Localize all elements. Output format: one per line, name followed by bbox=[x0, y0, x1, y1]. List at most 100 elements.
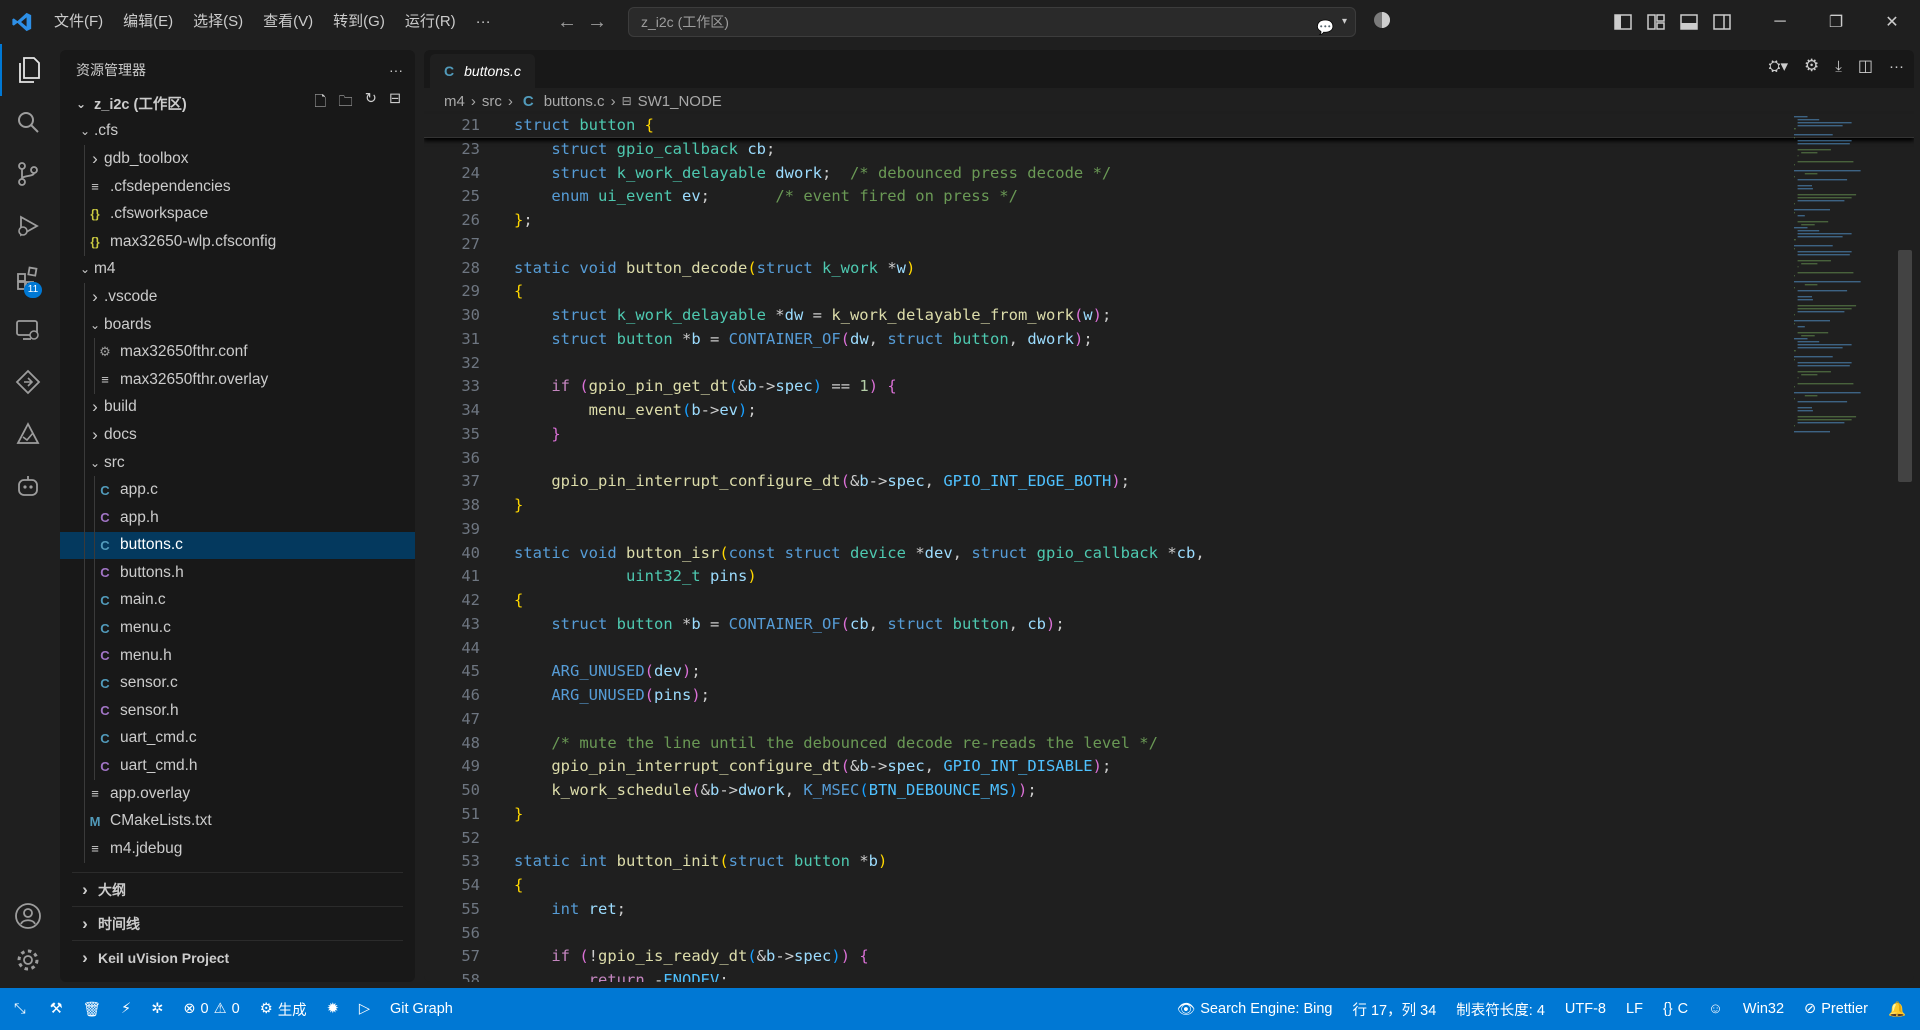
menu-item[interactable]: 运行(R) bbox=[395, 0, 466, 44]
folder-item[interactable]: ⌄ src bbox=[60, 448, 415, 477]
run-icon[interactable]: ▷ bbox=[349, 988, 380, 1030]
code-line[interactable]: 25 enum ui_event ev; /* event fired on p… bbox=[424, 185, 1914, 209]
run-code-icon[interactable]: ⛭▾ bbox=[1768, 57, 1788, 75]
chat-icon[interactable]: 💬 bbox=[1317, 13, 1334, 41]
prettier-item[interactable]: ⊘ Prettier bbox=[1794, 988, 1878, 1030]
toggle-panel-icon[interactable] bbox=[1672, 0, 1705, 44]
clean-icon[interactable]: 🗑 bbox=[73, 988, 111, 1030]
code-line[interactable]: 47 bbox=[424, 708, 1914, 732]
code-line[interactable]: 27 bbox=[424, 233, 1914, 257]
split-editor-icon[interactable]: ◫ bbox=[1858, 56, 1873, 76]
file-item[interactable]: Csensor.h bbox=[60, 697, 415, 725]
run-debug-icon[interactable] bbox=[0, 200, 56, 252]
copilot-icon[interactable] bbox=[1372, 10, 1392, 34]
new-folder-icon[interactable]: 🗀 bbox=[338, 91, 353, 116]
folder-item[interactable]: ⌄ m4 bbox=[60, 256, 415, 284]
file-item[interactable]: Cbuttons.c bbox=[60, 531, 415, 560]
sticky-scroll-line[interactable]: 21 struct button { bbox=[424, 114, 1914, 138]
menu-item[interactable]: 文件(F) bbox=[44, 0, 113, 44]
more-actions-icon[interactable]: ··· bbox=[389, 62, 403, 78]
folder-item[interactable]: › docs bbox=[60, 421, 415, 449]
code-editor[interactable]: 21 struct button {23 struct gpio_callback… bbox=[424, 114, 1914, 982]
menu-item[interactable]: 选择(S) bbox=[183, 0, 253, 44]
code-line[interactable]: 51} bbox=[424, 803, 1914, 827]
new-file-icon[interactable]: 🗋 bbox=[315, 91, 327, 116]
file-item[interactable]: Capp.c bbox=[60, 476, 415, 504]
code-line[interactable]: 38} bbox=[424, 494, 1914, 518]
cursor-position[interactable]: 行 17，列 34 bbox=[1342, 988, 1446, 1030]
platform[interactable]: Win32 bbox=[1733, 988, 1794, 1030]
code-line[interactable]: 34 menu_event(b->ev); bbox=[424, 399, 1914, 423]
cfs-icon[interactable] bbox=[0, 356, 56, 408]
code-line[interactable]: 45 ARG_UNUSED(dev); bbox=[424, 660, 1914, 684]
code-line[interactable]: 48 /* mute the line until the debounced … bbox=[424, 732, 1914, 756]
code-line[interactable]: 54 { bbox=[424, 874, 1914, 898]
file-item[interactable]: ≡ .cfsdependencies bbox=[60, 172, 415, 201]
code-line[interactable]: 53 static int button_init(struct button *… bbox=[424, 850, 1914, 874]
problems-indicator[interactable]: ⊗ 0 ⚠ 0 bbox=[173, 988, 249, 1030]
code-line[interactable]: 57 if (!gpio_is_ready_dt(&b->spec)) { bbox=[424, 945, 1914, 969]
end-of-line[interactable]: LF bbox=[1616, 988, 1653, 1030]
search-icon[interactable] bbox=[0, 96, 56, 148]
minimize-icon[interactable]: ─ bbox=[1752, 0, 1808, 44]
menu-item[interactable]: 查看(V) bbox=[253, 0, 323, 44]
folder-item[interactable]: ⌄ boards bbox=[60, 310, 415, 339]
file-item[interactable]: {} .cfsworkspace bbox=[60, 200, 415, 228]
flash-icon[interactable]: ⚡ bbox=[111, 988, 141, 1030]
explorer-icon[interactable] bbox=[0, 44, 56, 96]
copilot-status-icon[interactable]: ☺ bbox=[1698, 988, 1733, 1030]
code-line[interactable]: 40 static void button_isr(const struct de… bbox=[424, 542, 1914, 566]
build-button[interactable]: ⚙ 生成 bbox=[250, 988, 317, 1030]
menu-item[interactable]: 编辑(E) bbox=[113, 0, 183, 44]
code-line[interactable]: 43 struct button *b = CONTAINER_OF(cb, s… bbox=[424, 613, 1914, 637]
code-line[interactable]: 23 struct gpio_callback cb; bbox=[424, 138, 1914, 162]
toggle-secondary-sidebar-icon[interactable] bbox=[1705, 0, 1738, 44]
code-line[interactable]: 55 int ret; bbox=[424, 898, 1914, 922]
vertical-scrollbar[interactable] bbox=[1898, 250, 1912, 482]
menu-item[interactable]: 转到(G) bbox=[323, 0, 395, 44]
sidebar-section-header[interactable]: › 大纲 bbox=[72, 872, 403, 906]
file-item[interactable]: Cuart_cmd.h bbox=[60, 752, 415, 780]
file-item[interactable]: ≡ m4.jdebug bbox=[60, 835, 415, 863]
breadcrumb-item[interactable]: buttons.c bbox=[544, 93, 605, 110]
code-line[interactable]: 52 bbox=[424, 827, 1914, 851]
code-line[interactable]: 35 } bbox=[424, 423, 1914, 447]
file-item[interactable]: Csensor.c bbox=[60, 669, 415, 698]
code-line[interactable]: 42 { bbox=[424, 589, 1914, 613]
file-item[interactable]: {} max32650-wlp.cfsconfig bbox=[60, 227, 415, 256]
debug-bug-icon[interactable]: ✲ bbox=[141, 988, 173, 1030]
indentation[interactable]: 制表符长度: 4 bbox=[1446, 988, 1555, 1030]
code-line[interactable]: 24 struct k_work_delayable dwork; /* deb… bbox=[424, 162, 1914, 186]
minimap[interactable] bbox=[1794, 114, 1884, 448]
sidebar-section-header[interactable]: › 时间线 bbox=[72, 906, 403, 940]
notifications-bell-icon[interactable]: 🔔 bbox=[1878, 988, 1920, 1030]
git-graph-button[interactable]: Git Graph bbox=[380, 988, 463, 1030]
code-line[interactable]: 49 gpio_pin_interrupt_configure_dt(&b->s… bbox=[424, 755, 1914, 779]
breadcrumb-item[interactable]: SW1_NODE bbox=[638, 93, 722, 110]
more-actions-icon[interactable]: ··· bbox=[1889, 58, 1904, 75]
tab-buttons-c[interactable]: C buttons.c bbox=[430, 54, 535, 88]
file-item[interactable]: M CMakeLists.txt bbox=[60, 807, 415, 836]
manage-gear-icon[interactable] bbox=[0, 934, 56, 986]
toggle-primary-sidebar-icon[interactable] bbox=[1606, 0, 1639, 44]
chevron-down-icon[interactable]: ▾ bbox=[1342, 13, 1347, 41]
code-line[interactable]: 31 struct button *b = CONTAINER_OF(dw, s… bbox=[424, 328, 1914, 352]
code-line[interactable]: 37 gpio_pin_interrupt_configure_dt(&b->s… bbox=[424, 470, 1914, 494]
code-line[interactable]: 39 bbox=[424, 518, 1914, 542]
forward-arrow-icon[interactable]: → bbox=[582, 11, 612, 34]
download-icon[interactable]: ⤓ bbox=[1835, 58, 1842, 75]
settings-gear-icon[interactable]: ⚙ bbox=[1804, 56, 1819, 76]
testing-icon[interactable] bbox=[0, 408, 56, 460]
file-item[interactable]: Cuart_cmd.c bbox=[60, 724, 415, 753]
copilot-chat-icon[interactable] bbox=[0, 460, 56, 512]
folder-item[interactable]: › .vscode bbox=[60, 283, 415, 311]
search-engine-item[interactable]: 👁 Search Engine: Bing bbox=[1167, 988, 1343, 1030]
debug-icon[interactable]: ✹ bbox=[317, 988, 349, 1030]
code-line[interactable]: 41 uint32_t pins) bbox=[424, 565, 1914, 589]
code-line[interactable]: 56 bbox=[424, 922, 1914, 946]
file-item[interactable]: ≡ app.overlay bbox=[60, 779, 415, 808]
folder-item[interactable]: ⌄ .cfs bbox=[60, 118, 415, 146]
customize-layout-icon[interactable] bbox=[1639, 0, 1672, 44]
code-line[interactable]: 33 if (gpio_pin_get_dt(&b->spec) == 1) { bbox=[424, 375, 1914, 399]
code-line[interactable]: 46 ARG_UNUSED(pins); bbox=[424, 684, 1914, 708]
